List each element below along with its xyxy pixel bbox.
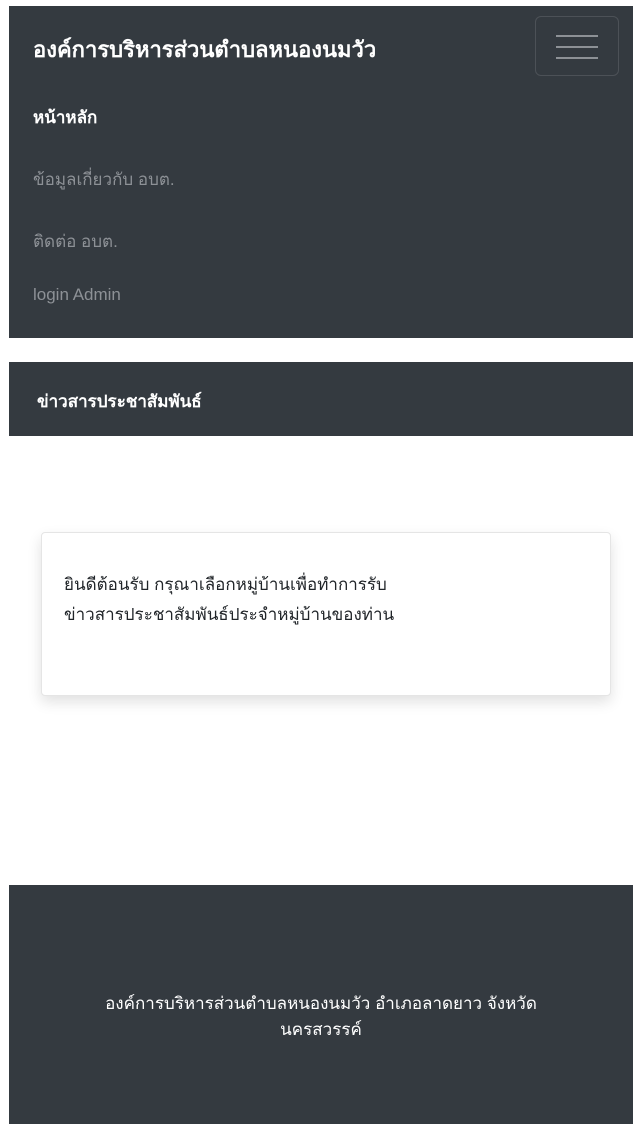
news-section-header: ข่าวสารประชาสัมพันธ์	[9, 362, 633, 436]
nav-item-contact[interactable]: ติดต่อ อบต.	[33, 228, 118, 255]
welcome-text-line-2: ข่าวสารประชาสัมพันธ์ประจำหมู่บ้านของท่าน	[64, 605, 395, 624]
brand-title[interactable]: องค์การบริหารส่วนตำบลหนองนมวัว	[33, 32, 376, 67]
welcome-card: ยินดีต้อนรับ กรุณาเลือกหมู่บ้านเพื่อทำกา…	[41, 532, 611, 696]
hamburger-menu-icon-bar	[556, 46, 598, 48]
nav-item-about[interactable]: ข้อมูลเกี่ยวกับ อบต.	[33, 166, 175, 193]
hamburger-menu-icon	[556, 35, 598, 37]
top-navbar: องค์การบริหารส่วนตำบลหนองนมวัว หน้าหลัก …	[9, 6, 633, 338]
news-section-title: ข่าวสารประชาสัมพันธ์	[37, 392, 202, 411]
footer-text-line-1: องค์การบริหารส่วนตำบลหนองนมวัว อำเภอลาดย…	[105, 994, 537, 1013]
welcome-text-line-1: ยินดีต้อนรับ กรุณาเลือกหมู่บ้านเพื่อทำกา…	[64, 575, 387, 594]
footer-text-line-2: นครสวรรค์	[280, 1020, 362, 1039]
hamburger-menu-icon-bar	[556, 57, 598, 59]
page-footer: องค์การบริหารส่วนตำบลหนองนมวัว อำเภอลาดย…	[9, 885, 633, 1124]
navbar-toggler-button[interactable]	[535, 16, 619, 76]
nav-item-home[interactable]: หน้าหลัก	[33, 104, 97, 131]
nav-item-login-admin[interactable]: login Admin	[33, 285, 121, 305]
